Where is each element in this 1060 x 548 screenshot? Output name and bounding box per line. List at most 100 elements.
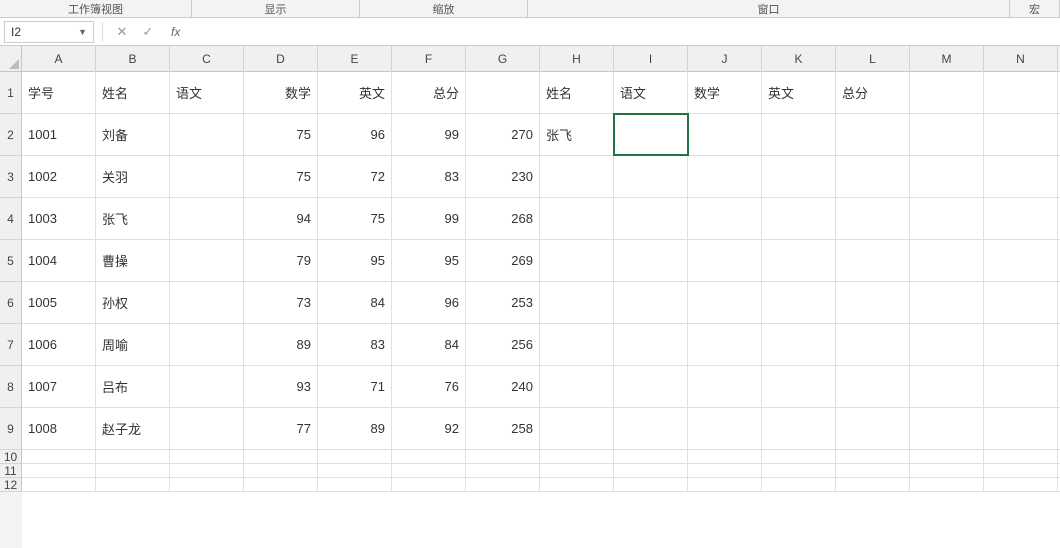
cell-A11[interactable]	[22, 464, 96, 477]
cell-J9[interactable]	[688, 408, 762, 449]
column-header-E[interactable]: E	[318, 46, 392, 72]
cell-M1[interactable]	[910, 72, 984, 113]
cell-H12[interactable]	[540, 478, 614, 491]
cell-M12[interactable]	[910, 478, 984, 491]
row-header-10[interactable]: 10	[0, 450, 21, 464]
cell-K3[interactable]	[762, 156, 836, 197]
cell-I7[interactable]	[614, 324, 688, 365]
cell-C9[interactable]	[170, 408, 244, 449]
row-header-8[interactable]: 8	[0, 366, 21, 408]
cell-I2[interactable]	[614, 114, 688, 155]
cell-G1[interactable]	[466, 72, 540, 113]
cell-C7[interactable]	[170, 324, 244, 365]
cell-I3[interactable]	[614, 156, 688, 197]
cell-C6[interactable]	[170, 282, 244, 323]
cell-I4[interactable]	[614, 198, 688, 239]
cell-D9[interactable]: 77	[244, 408, 318, 449]
cell-K12[interactable]	[762, 478, 836, 491]
cell-M10[interactable]	[910, 450, 984, 463]
cell-C5[interactable]	[170, 240, 244, 281]
row-header-11[interactable]: 11	[0, 464, 21, 478]
cell-K11[interactable]	[762, 464, 836, 477]
cell-G6[interactable]: 253	[466, 282, 540, 323]
cell-I5[interactable]	[614, 240, 688, 281]
cell-A7[interactable]: 1006	[22, 324, 96, 365]
cell-G12[interactable]	[466, 478, 540, 491]
cell-C2[interactable]	[170, 114, 244, 155]
cell-G7[interactable]: 256	[466, 324, 540, 365]
row-header-9[interactable]: 9	[0, 408, 21, 450]
cell-D7[interactable]: 89	[244, 324, 318, 365]
cell-G2[interactable]: 270	[466, 114, 540, 155]
cell-B5[interactable]: 曹操	[96, 240, 170, 281]
cell-M7[interactable]	[910, 324, 984, 365]
cell-E2[interactable]: 96	[318, 114, 392, 155]
cell-N6[interactable]	[984, 282, 1058, 323]
cell-J5[interactable]	[688, 240, 762, 281]
cell-D4[interactable]: 94	[244, 198, 318, 239]
cell-M11[interactable]	[910, 464, 984, 477]
column-header-C[interactable]: C	[170, 46, 244, 72]
cell-C10[interactable]	[170, 450, 244, 463]
cell-C8[interactable]	[170, 366, 244, 407]
cell-E8[interactable]: 71	[318, 366, 392, 407]
cell-J11[interactable]	[688, 464, 762, 477]
cell-N12[interactable]	[984, 478, 1058, 491]
cell-J8[interactable]	[688, 366, 762, 407]
column-header-F[interactable]: F	[392, 46, 466, 72]
cell-G5[interactable]: 269	[466, 240, 540, 281]
cell-N4[interactable]	[984, 198, 1058, 239]
cell-L5[interactable]	[836, 240, 910, 281]
cell-B8[interactable]: 吕布	[96, 366, 170, 407]
cell-L6[interactable]	[836, 282, 910, 323]
cell-M2[interactable]	[910, 114, 984, 155]
cell-H2[interactable]: 张飞	[540, 114, 614, 155]
cell-H10[interactable]	[540, 450, 614, 463]
cancel-button[interactable]: ✕	[113, 23, 131, 41]
column-header-D[interactable]: D	[244, 46, 318, 72]
cell-M4[interactable]	[910, 198, 984, 239]
cell-N5[interactable]	[984, 240, 1058, 281]
cell-E7[interactable]: 83	[318, 324, 392, 365]
cell-J4[interactable]	[688, 198, 762, 239]
cell-C3[interactable]	[170, 156, 244, 197]
cell-B6[interactable]: 孙权	[96, 282, 170, 323]
cell-F8[interactable]: 76	[392, 366, 466, 407]
cell-A9[interactable]: 1008	[22, 408, 96, 449]
cell-N10[interactable]	[984, 450, 1058, 463]
cell-B7[interactable]: 周喻	[96, 324, 170, 365]
cell-E4[interactable]: 75	[318, 198, 392, 239]
cell-K5[interactable]	[762, 240, 836, 281]
column-header-L[interactable]: L	[836, 46, 910, 72]
cell-J3[interactable]	[688, 156, 762, 197]
cell-E10[interactable]	[318, 450, 392, 463]
cell-A1[interactable]: 学号	[22, 72, 96, 113]
cell-H9[interactable]	[540, 408, 614, 449]
cell-N1[interactable]	[984, 72, 1058, 113]
cell-B3[interactable]: 关羽	[96, 156, 170, 197]
cell-B4[interactable]: 张飞	[96, 198, 170, 239]
cell-B9[interactable]: 赵子龙	[96, 408, 170, 449]
formula-input[interactable]	[186, 21, 1060, 43]
cell-D11[interactable]	[244, 464, 318, 477]
cell-E11[interactable]	[318, 464, 392, 477]
row-header-2[interactable]: 2	[0, 114, 21, 156]
cell-E5[interactable]: 95	[318, 240, 392, 281]
chevron-down-icon[interactable]: ▼	[78, 27, 87, 37]
column-header-H[interactable]: H	[540, 46, 614, 72]
cell-M9[interactable]	[910, 408, 984, 449]
cell-A10[interactable]	[22, 450, 96, 463]
cell-L12[interactable]	[836, 478, 910, 491]
column-header-A[interactable]: A	[22, 46, 96, 72]
cell-B12[interactable]	[96, 478, 170, 491]
cell-N11[interactable]	[984, 464, 1058, 477]
cell-F10[interactable]	[392, 450, 466, 463]
cell-A3[interactable]: 1002	[22, 156, 96, 197]
cell-F4[interactable]: 99	[392, 198, 466, 239]
cell-M3[interactable]	[910, 156, 984, 197]
cell-E1[interactable]: 英文	[318, 72, 392, 113]
cell-K10[interactable]	[762, 450, 836, 463]
cell-N2[interactable]	[984, 114, 1058, 155]
cell-I1[interactable]: 语文	[614, 72, 688, 113]
cell-L3[interactable]	[836, 156, 910, 197]
